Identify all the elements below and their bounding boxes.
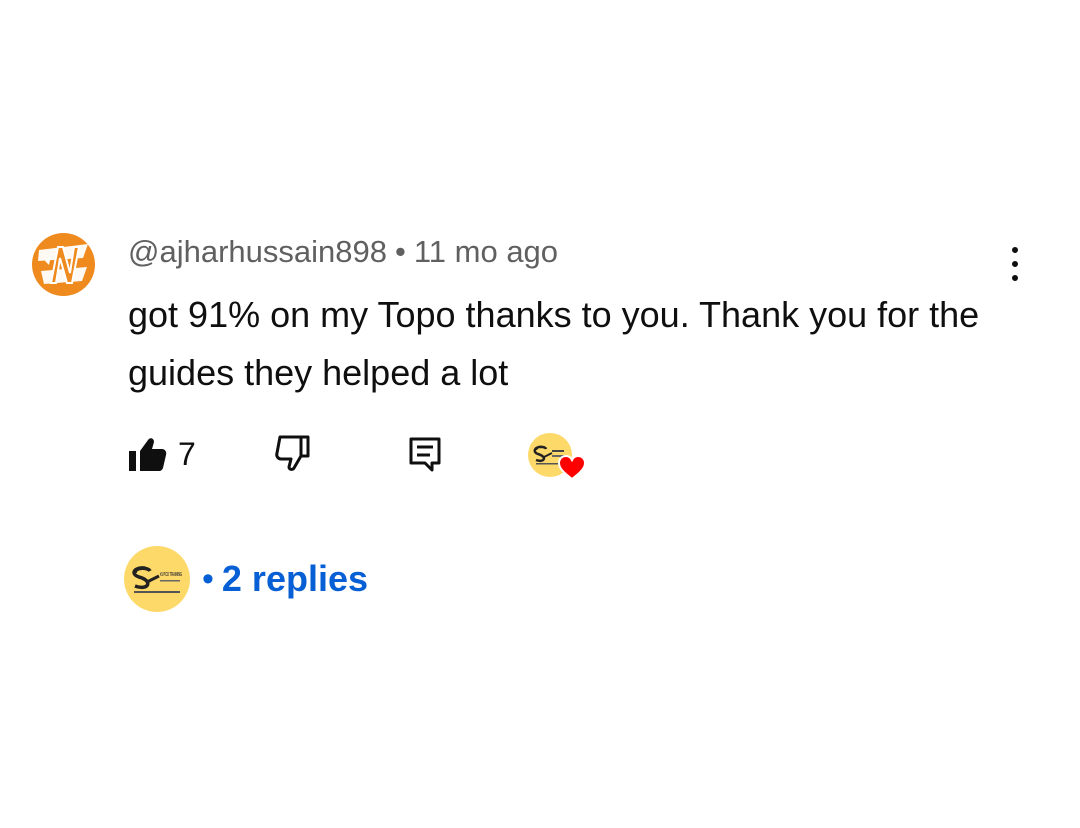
pco-logo-text: #1 PCO TRAINING xyxy=(160,572,182,578)
replies-count-label[interactable]: 2 replies xyxy=(222,558,368,600)
dislike-button[interactable] xyxy=(272,434,316,474)
comment-author[interactable]: @ajharhussain898 xyxy=(128,234,387,269)
comment-text: got 91% on my Topo thanks to you. Thank … xyxy=(128,294,980,393)
meta-separator: • xyxy=(394,234,406,269)
comment-reply-icon xyxy=(409,437,441,472)
comment-meta: @ajharhussain898 • 11 mo ago xyxy=(128,232,558,272)
replies-separator: • xyxy=(202,559,214,598)
comment-age[interactable]: 11 mo ago xyxy=(414,234,558,269)
like-count: 7 xyxy=(178,436,196,472)
creator-heart-badge xyxy=(528,433,586,483)
heart-icon xyxy=(558,455,586,481)
thumbs-down-outline-icon xyxy=(275,435,310,471)
like-button[interactable] xyxy=(126,434,170,474)
channel-avatar: #1 PCO TRAINING xyxy=(124,546,190,612)
reply-button[interactable] xyxy=(408,436,442,472)
pco-training-logo-icon: #1 PCO TRAINING xyxy=(132,566,182,593)
n-logo-icon xyxy=(38,244,88,284)
thumbs-up-filled-icon xyxy=(129,438,167,471)
author-avatar[interactable] xyxy=(32,233,95,296)
view-replies-button[interactable]: #1 PCO TRAINING • 2 replies xyxy=(124,546,368,612)
more-vertical-icon[interactable] xyxy=(1004,245,1028,285)
